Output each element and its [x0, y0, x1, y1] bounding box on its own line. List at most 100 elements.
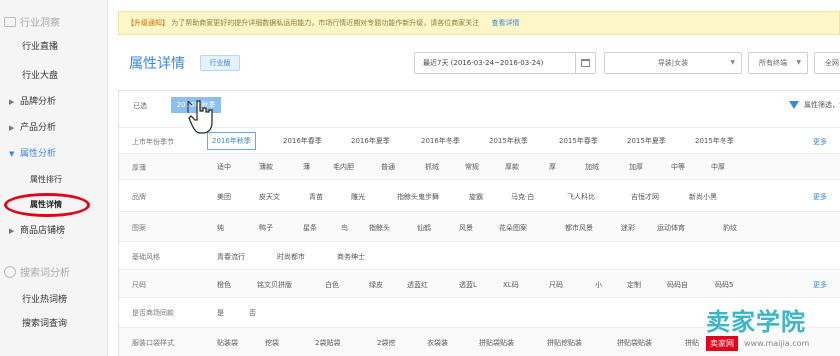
filter-option[interactable]: 2015年秋季 [489, 136, 528, 146]
filter-option[interactable]: 都市风景 [565, 223, 593, 233]
filter-option[interactable]: 拼贴袋贴装 [479, 338, 514, 348]
filter-option[interactable]: 薄 [303, 162, 310, 172]
filter-option[interactable]: 否 [249, 308, 256, 318]
filter-option[interactable]: 2016年夏季 [351, 136, 390, 146]
filter-option[interactable]: 毛内胆 [333, 162, 354, 172]
filter-option[interactable]: 加绒 [585, 162, 599, 172]
filter-option[interactable]: 美团 [217, 192, 231, 202]
filter-option[interactable]: 迷彩 [621, 223, 635, 233]
filter-option[interactable]: 吉恒才网 [631, 192, 659, 202]
sidebar-item-label: 行业大盘 [22, 71, 59, 81]
attribute-filter-toggle[interactable]: 属性筛选，请选择 [789, 100, 840, 110]
filter-option[interactable]: 运动体育 [657, 223, 685, 233]
filter-option[interactable]: 指鲸头鬼步舞 [397, 192, 439, 202]
filter-option[interactable]: 厚 [549, 162, 556, 172]
filter-option[interactable]: 加厚 [629, 162, 643, 172]
date-range-picker[interactable]: 最近7天 (2016-03-24~2016-03-24) [414, 52, 596, 74]
filter-option[interactable]: 衣袋装 [427, 338, 448, 348]
filter-option[interactable]: 指鲸头 [369, 223, 390, 233]
filter-option[interactable]: 豹纹 [723, 223, 737, 233]
filter-option[interactable]: 适中 [217, 162, 231, 172]
filter-option[interactable]: 旋霸 [469, 192, 483, 202]
chevron-down-icon: ▼ [796, 59, 801, 66]
filter-option[interactable]: 花朵图案 [499, 223, 527, 233]
filter-option[interactable]: 青苗 [309, 192, 323, 202]
filter-option[interactable]: 纯 [217, 223, 224, 233]
more-link[interactable]: 更多 [813, 192, 827, 202]
filter-option[interactable]: 商务绅士 [337, 252, 365, 262]
more-link[interactable]: 更多 [813, 137, 827, 147]
filter-option[interactable]: XL码 [503, 280, 519, 290]
calendar-icon[interactable] [575, 53, 595, 73]
filter-option[interactable]: 时尚都市 [277, 252, 305, 262]
filter-option[interactable]: 透蓝红 [407, 280, 428, 290]
sidebar-item-attribute-rank[interactable]: 属性排行 [0, 171, 107, 189]
terminal-select[interactable]: 所有终端 ▼ [748, 52, 808, 74]
filter-option[interactable]: 2袋挖 [377, 338, 395, 348]
filter-option[interactable]: 鸭子 [259, 223, 273, 233]
filter-option[interactable]: 风景 [459, 223, 473, 233]
filter-option[interactable]: 小 [595, 280, 602, 290]
filter-option[interactable]: 是 [217, 308, 224, 318]
filter-option[interactable]: 雕光 [351, 192, 365, 202]
chevron-right-icon: ▶ [9, 98, 15, 106]
sidebar-item-brand[interactable]: ▶ 品牌分析 [0, 93, 107, 111]
filter-row-label: 厚薄 [132, 164, 146, 172]
filter-option[interactable]: 仙鹤 [417, 223, 431, 233]
filter-option[interactable]: 2015年春季 [559, 136, 598, 146]
filter-option[interactable]: 薄款 [259, 162, 273, 172]
category-select[interactable]: 导装|女装 ▼ [604, 52, 742, 74]
filter-icon [789, 101, 799, 109]
watermark-url: www.maijia.com [744, 338, 810, 348]
filter-option[interactable]: 白色 [325, 280, 339, 290]
filter-option[interactable]: 星条 [303, 223, 317, 233]
scope-select[interactable]: 全网 [814, 52, 840, 74]
sidebar-item-product[interactable]: ▶ 产品分析 [0, 119, 107, 137]
filter-option[interactable]: 鸟 [341, 223, 348, 233]
page-title: 属性详情 [129, 56, 185, 72]
filter-option[interactable]: 2袋贴袋 [315, 338, 340, 348]
filter-row-label: 服装口袋样式 [132, 339, 174, 347]
sidebar-item-hot-words[interactable]: 行业热词榜 [0, 291, 107, 309]
filter-option[interactable]: 铭文贝拼版 [257, 280, 292, 290]
filter-option[interactable]: 尺码 [549, 280, 563, 290]
filter-option[interactable]: 常规 [465, 162, 479, 172]
version-badge: 行业版 [200, 55, 240, 71]
filter-option[interactable]: 中厚 [711, 162, 725, 172]
chevron-down-icon: ▼ [9, 150, 15, 158]
filter-option[interactable]: 码码5 [715, 280, 733, 290]
filter-option[interactable]: 抓绒 [425, 162, 439, 172]
filter-option[interactable]: 中等 [671, 162, 685, 172]
filter-option[interactable]: 皮天文 [259, 192, 280, 202]
notice-link[interactable]: 查看详情 [491, 19, 519, 27]
filter-option[interactable]: 码码自 [667, 280, 688, 290]
filter-option[interactable]: 2016年冬季 [421, 136, 460, 146]
more-link[interactable]: 更多 [813, 280, 827, 290]
filter-option[interactable]: 厚款 [505, 162, 519, 172]
filter-option[interactable]: 马克·白 [511, 192, 534, 202]
filter-option[interactable]: 2016年春季 [283, 136, 322, 146]
filter-option[interactable]: 拼贴挖贴装 [547, 338, 582, 348]
filter-option[interactable]: 绿皮 [369, 280, 383, 290]
attribute-filter-label: 属性筛选，请选择 [804, 101, 840, 109]
filter-option[interactable]: 拼贴袋贴装 [617, 338, 652, 348]
sidebar-item-query[interactable]: 搜索词查询 [0, 315, 107, 333]
terminal-select-value: 所有终端 [759, 59, 787, 67]
filter-option[interactable]: 挖袋 [265, 338, 279, 348]
sidebar-item-attribute[interactable]: ▼ 属性分析 [0, 145, 107, 163]
filter-option[interactable]: 贴装袋 [217, 338, 238, 348]
filter-option[interactable]: 定制 [627, 280, 641, 290]
filter-option[interactable]: 飞人科比 [567, 192, 595, 202]
filter-option[interactable]: 普通 [381, 162, 395, 172]
filter-option[interactable]: 拼贴 [685, 338, 699, 348]
filter-option[interactable]: 透蓝L [459, 280, 477, 290]
filter-option[interactable]: 2015年夏季 [627, 136, 666, 146]
sidebar-item-shop-rank[interactable]: ▶ 商品店铺榜 [0, 222, 107, 240]
filter-option[interactable]: 青春流行 [217, 252, 245, 262]
sidebar-item-market[interactable]: 行业大盘 [0, 67, 107, 85]
filter-option[interactable]: 新尚小黑 [689, 192, 717, 202]
notice-tag: 【升级通知】 [127, 19, 169, 27]
filter-option[interactable]: 橙色 [217, 280, 231, 290]
sidebar-item-live[interactable]: 行业直播 [0, 38, 107, 56]
filter-option[interactable]: 2015年冬季 [695, 136, 734, 146]
